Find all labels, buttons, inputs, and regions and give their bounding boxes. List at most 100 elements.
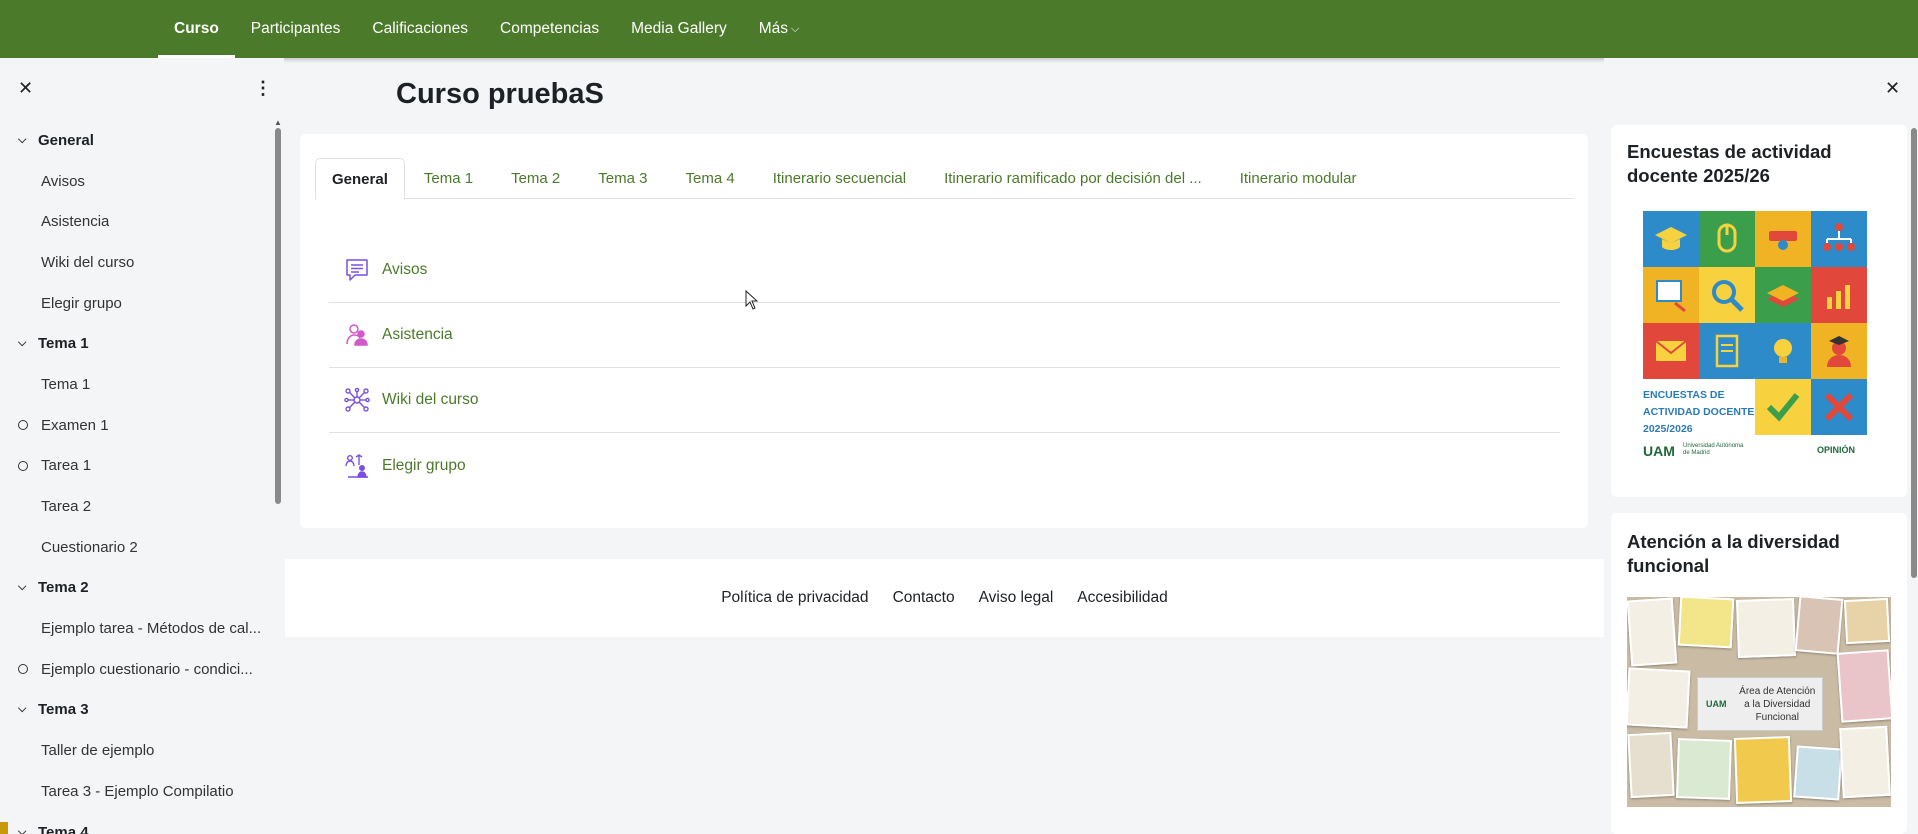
activity-list: Avisos Asistencia Wiki del curso Elegir … (329, 238, 1560, 498)
diversity-area-label: UAM Área de Atención a la Diversidad Fun… (1697, 677, 1823, 731)
collage-photo (1627, 731, 1675, 799)
notebook-icon (1699, 323, 1755, 379)
course-index-item[interactable]: Tarea 2 (0, 486, 278, 527)
envelope-icon (1643, 323, 1699, 379)
block-title: Encuestas de actividad docente 2025/26 (1627, 141, 1832, 186)
collage-photo (1627, 667, 1691, 729)
course-index-item[interactable]: Avisos (0, 161, 278, 202)
block-title: Atención a la diversidad funcional (1627, 531, 1840, 576)
opinion-logo: OPINIÓN (1817, 445, 1856, 455)
nav-competencias[interactable]: Competencias (484, 0, 615, 58)
collage-photo (1736, 598, 1796, 658)
course-index-section[interactable]: ⌵ Tema 4 (0, 812, 278, 834)
books-icon (1755, 267, 1811, 323)
footer-link-aviso-legal[interactable]: Aviso legal (979, 589, 1054, 607)
tab-tema-3[interactable]: Tema 3 (579, 158, 666, 199)
collage-photo (1793, 745, 1843, 801)
chevron-down-icon[interactable]: ⌵ (18, 134, 38, 147)
nav-media-gallery[interactable]: Media Gallery (615, 0, 743, 58)
page-title: Curso pruebaS (396, 78, 604, 110)
collage-photo (1675, 738, 1733, 800)
course-index-item[interactable]: Wiki del curso (0, 242, 278, 283)
course-index-section[interactable]: ⌵ Tema 3 (0, 690, 278, 731)
completion-circle-icon (18, 664, 28, 675)
graduation-cap-icon (1643, 211, 1699, 267)
activity-asistencia[interactable]: Asistencia (329, 303, 1560, 368)
course-index-label: Elegir grupo (41, 294, 122, 312)
chevron-down-icon[interactable]: ⌵ (18, 826, 38, 834)
tab-tema-1[interactable]: Tema 1 (405, 158, 492, 199)
tab-itinerario-ramificado[interactable]: Itinerario ramificado por decisión del .… (925, 158, 1221, 199)
footer-link-contacto[interactable]: Contacto (893, 589, 955, 607)
activity-label[interactable]: Asistencia (382, 326, 453, 344)
nav-calificaciones[interactable]: Calificaciones (356, 0, 484, 58)
footer-link-accesibilidad[interactable]: Accesibilidad (1077, 589, 1167, 607)
tab-itinerario-modular[interactable]: Itinerario modular (1221, 158, 1376, 199)
course-content-card: General Tema 1 Tema 2 Tema 3 Tema 4 Itin… (300, 134, 1588, 528)
forum-icon (343, 256, 371, 284)
close-drawer-icon[interactable]: ✕ (18, 78, 33, 99)
uam-logo: UAM (1643, 443, 1675, 459)
uam-logo-subtitle: Universidad Autónoma de Madrid (1683, 443, 1744, 456)
course-index-item[interactable]: Ejemplo tarea - Métodos de cal... (0, 608, 278, 649)
tab-itinerario-secuencial[interactable]: Itinerario secuencial (754, 158, 925, 199)
activity-label[interactable]: Avisos (382, 261, 427, 279)
tab-general[interactable]: General (315, 158, 405, 200)
activity-avisos[interactable]: Avisos (329, 238, 1560, 303)
course-index-item[interactable]: Elegir grupo (0, 283, 278, 324)
nav-curso[interactable]: Curso (158, 0, 235, 58)
course-index-item[interactable]: Tarea 1 (0, 446, 278, 487)
collage-photo (1836, 649, 1891, 723)
chevron-down-icon[interactable]: ⌵ (18, 703, 38, 716)
graduate-icon (1811, 323, 1867, 379)
activity-wiki[interactable]: Wiki del curso (329, 368, 1560, 433)
org-chart-icon (1811, 211, 1867, 267)
course-index-section[interactable]: ⌵ General (0, 120, 278, 161)
kebab-menu-icon[interactable]: ⋮ (254, 78, 272, 99)
survey-banner-image[interactable]: ENCUESTAS DE ACTIVIDAD DOCENTE 2025/2026… (1643, 211, 1869, 465)
course-index-item[interactable]: Cuestionario 2 (0, 527, 278, 568)
course-index-item[interactable]: Tema 1 (0, 364, 278, 405)
tab-tema-4[interactable]: Tema 4 (666, 158, 753, 199)
mouse-icon (1699, 211, 1755, 267)
close-block-drawer-icon[interactable]: ✕ (1885, 78, 1900, 99)
collage-photo (1627, 597, 1678, 667)
chevron-down-icon[interactable]: ⌵ (18, 581, 38, 594)
cross-mark-icon (1811, 379, 1867, 435)
lightbulb-icon (1755, 323, 1811, 379)
course-index-label: Tarea 2 (41, 498, 92, 516)
course-index-label: Taller de ejemplo (41, 742, 155, 760)
activity-label[interactable]: Wiki del curso (382, 391, 478, 409)
top-navbar: Curso Participantes Calificaciones Compe… (0, 0, 1918, 58)
course-index-section[interactable]: ⌵ Tema 1 (0, 323, 278, 364)
collage-photo (1843, 597, 1891, 645)
block-drawer-scrollbar[interactable] (1911, 128, 1917, 578)
section-tabs: General Tema 1 Tema 2 Tema 3 Tema 4 Itin… (315, 158, 1574, 200)
presentation-icon (1643, 267, 1699, 323)
course-index-item[interactable]: Examen 1 (0, 405, 278, 446)
course-index-item[interactable]: Tarea 3 - Ejemplo Compilatio (0, 771, 278, 812)
footer-link-privacidad[interactable]: Política de privacidad (721, 589, 868, 607)
chevron-down-icon[interactable]: ⌵ (18, 337, 38, 350)
wiki-icon (343, 386, 371, 414)
nav-participantes[interactable]: Participantes (235, 0, 357, 58)
course-index-label: Ejemplo cuestionario - condici... (41, 660, 253, 678)
diversity-collage-image[interactable]: UAM Área de Atención a la Diversidad Fun… (1627, 597, 1891, 807)
block-encuestas: Encuestas de actividad docente 2025/26 E… (1611, 125, 1907, 497)
activity-elegir-grupo[interactable]: Elegir grupo (329, 433, 1560, 498)
diploma-icon (1755, 211, 1811, 267)
bar-chart-icon (1811, 267, 1867, 323)
course-index-label: Asistencia (41, 213, 110, 231)
course-index-item[interactable]: Ejemplo cuestionario - condici... (0, 649, 278, 690)
course-index-item[interactable]: Taller de ejemplo (0, 730, 278, 771)
survey-banner-text: ENCUESTAS DE ACTIVIDAD DOCENTE 2025/2026 (1643, 389, 1755, 435)
tab-tema-2[interactable]: Tema 2 (492, 158, 579, 199)
activity-label[interactable]: Elegir grupo (382, 457, 466, 475)
completion-circle-icon (18, 420, 28, 431)
course-index-item[interactable]: Asistencia (0, 201, 278, 242)
magnifier-icon (1699, 267, 1755, 323)
course-index-list: ⌵ General Avisos Asistencia Wiki del curso El… (0, 120, 278, 834)
course-index-section[interactable]: ⌵ Tema 2 (0, 568, 278, 609)
primary-navigation: Curso Participantes Calificaciones Compe… (158, 0, 815, 58)
nav-mas-dropdown[interactable]: Más ⌵ (743, 0, 816, 58)
